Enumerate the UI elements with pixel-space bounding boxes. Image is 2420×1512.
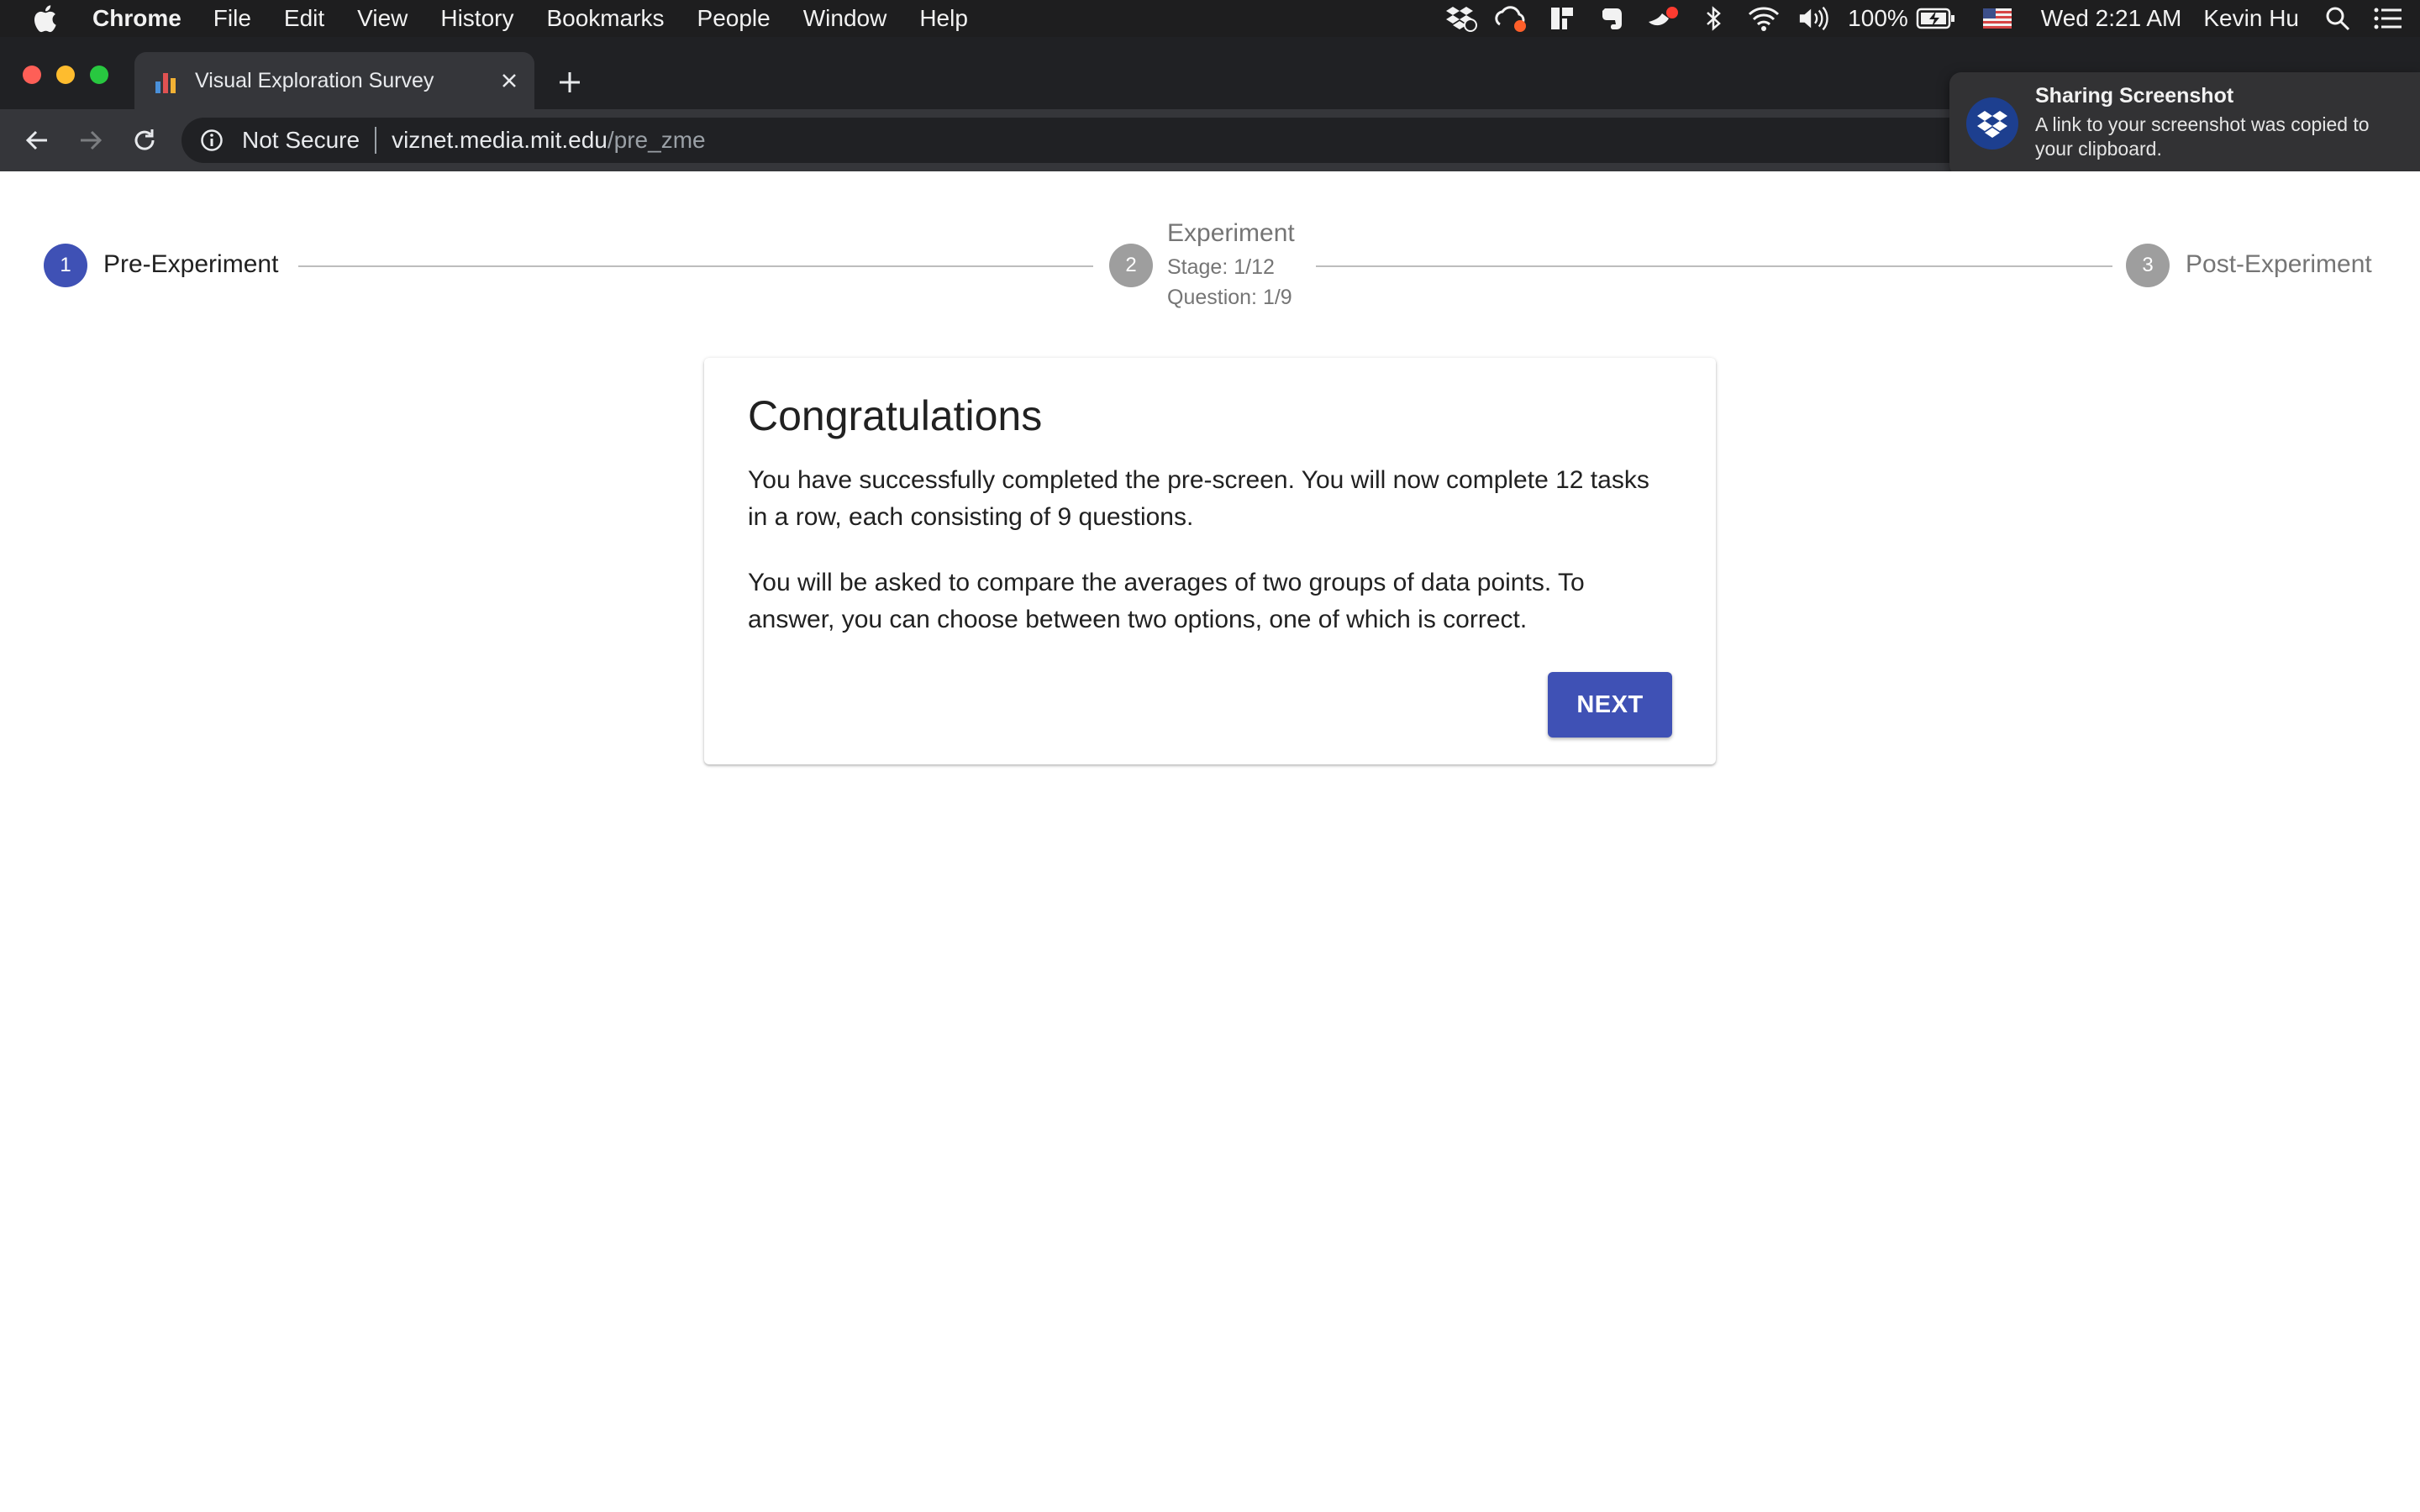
grid-app-icon[interactable] (1545, 2, 1579, 35)
step-3-circle: 3 (2126, 244, 2170, 287)
menubar-status-area: 100% Wed 2:21 AM Kevin Hu (1444, 0, 2420, 37)
reload-icon[interactable] (128, 123, 161, 157)
dropbox-sync-icon[interactable] (1444, 2, 1478, 35)
menu-help[interactable]: Help (919, 5, 968, 32)
card-title: Congratulations (748, 392, 1043, 439)
tab-title: Visual Exploration Survey (195, 68, 434, 92)
creative-cloud-icon[interactable] (1495, 2, 1528, 35)
apple-icon[interactable] (32, 2, 62, 35)
notification-center-icon[interactable] (2371, 2, 2405, 35)
omnibox-separator (375, 127, 377, 154)
step-connector (1316, 265, 2112, 267)
not-secure-label[interactable]: Not Secure (242, 127, 360, 154)
battery-percentage: 100% (1848, 5, 1908, 31)
evernote-icon[interactable] (1596, 2, 1629, 35)
step-connector (298, 265, 1093, 267)
card-paragraph: You will be asked to compare the average… (748, 569, 1585, 633)
forward-arrow-icon[interactable] (74, 123, 108, 157)
browser-tab-active[interactable]: Visual Exploration Survey (134, 52, 534, 109)
notification-body: A link to your screenshot was copied to … (2035, 113, 2370, 160)
back-arrow-icon[interactable] (20, 123, 54, 157)
site-info-icon[interactable] (198, 127, 225, 154)
spotlight-search-icon[interactable] (2321, 2, 2354, 35)
us-flag-input-icon[interactable] (1981, 2, 2014, 35)
menu-view[interactable]: View (357, 5, 408, 32)
menubar-clock[interactable]: Wed 2:21 AM (2041, 5, 2182, 32)
congratulations-card: Congratulations You have successfully co… (704, 358, 1716, 764)
dropbox-logo-icon (1966, 97, 2018, 150)
url-host: viznet.media.mit.edu (392, 127, 608, 153)
menu-edit[interactable]: Edit (284, 5, 324, 32)
next-button[interactable]: NEXT (1548, 672, 1672, 738)
bar-chart-favicon-icon (153, 68, 178, 93)
progress-stepper: 1 Pre-Experiment 2 Experiment Stage: 1/1… (0, 171, 2420, 323)
sharing-screenshot-notification[interactable]: Sharing Screenshot A link to your screen… (1949, 72, 2420, 176)
notification-title: Sharing Screenshot (2035, 84, 2234, 108)
web-page: 1 Pre-Experiment 2 Experiment Stage: 1/1… (0, 171, 2420, 1512)
card-paragraph: You have successfully completed the pre-… (748, 466, 1649, 531)
step-2-stage: Stage: 1/12 (1167, 255, 1275, 279)
menu-history[interactable]: History (440, 5, 513, 32)
step-1-label: Pre-Experiment (103, 250, 279, 278)
menu-bookmarks[interactable]: Bookmarks (546, 5, 664, 32)
menubar-user[interactable]: Kevin Hu (2203, 5, 2299, 32)
wifi-icon[interactable] (1747, 2, 1781, 35)
window-minimize-button[interactable] (56, 66, 75, 84)
url-path: /pre_zme (607, 127, 706, 153)
macos-menubar: Chrome File Edit View History Bookmarks … (0, 0, 2420, 37)
window-maximize-button[interactable] (90, 66, 108, 84)
menu-people[interactable]: People (697, 5, 771, 32)
bird-notification-icon[interactable] (1646, 2, 1680, 35)
volume-icon[interactable] (1797, 2, 1831, 35)
menu-window[interactable]: Window (803, 5, 887, 32)
tab-close-icon[interactable] (496, 67, 523, 94)
battery-charging-icon[interactable] (1915, 2, 1957, 35)
bluetooth-icon[interactable] (1697, 2, 1730, 35)
new-tab-plus-icon[interactable] (555, 67, 585, 97)
step-3-label: Post-Experiment (2186, 250, 2372, 278)
step-2-question: Question: 1/9 (1167, 286, 1292, 309)
step-1-circle: 1 (44, 244, 87, 287)
menu-file[interactable]: File (213, 5, 251, 32)
step-2-label: Experiment (1167, 219, 1295, 247)
step-2-circle: 2 (1109, 244, 1153, 287)
window-close-button[interactable] (23, 66, 41, 84)
menu-chrome[interactable]: Chrome (92, 5, 182, 32)
